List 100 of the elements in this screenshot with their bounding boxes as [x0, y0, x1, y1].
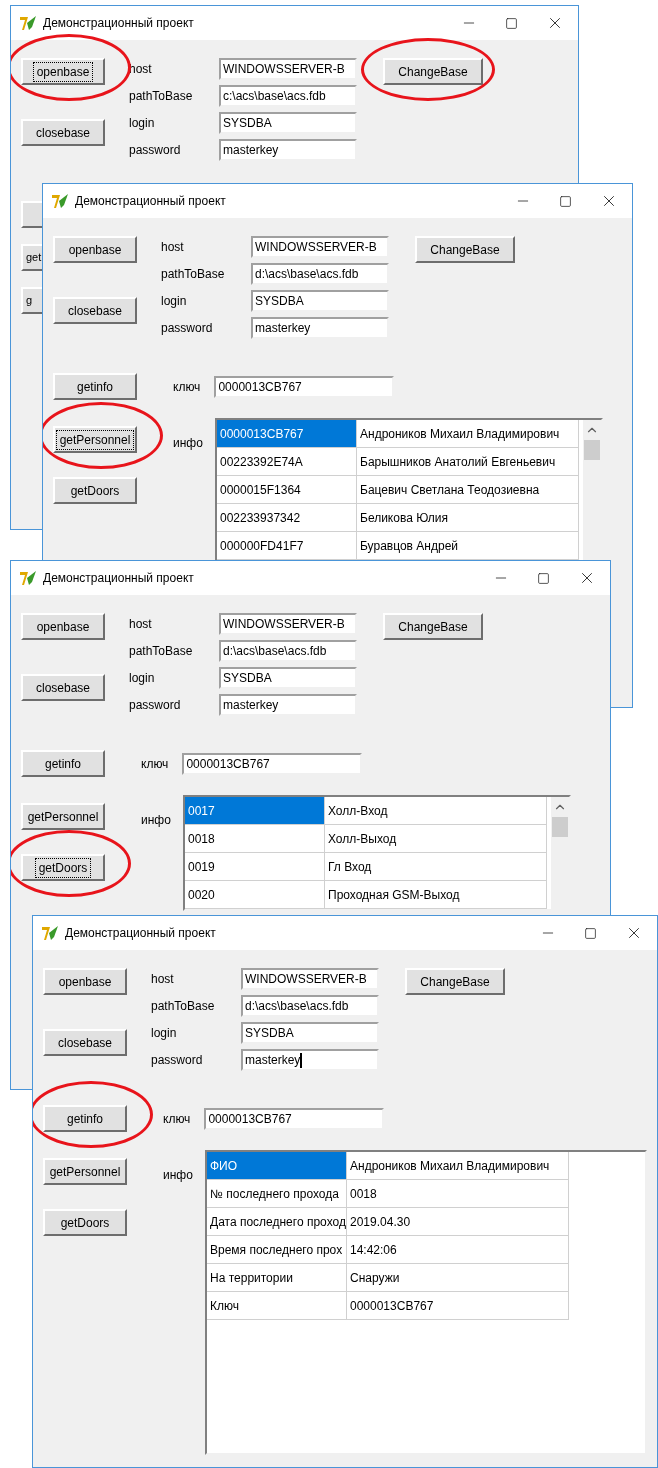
grid-cell[interactable]: 0000013CB767 [347, 1292, 569, 1320]
push-button[interactable]: closebase [43, 1029, 127, 1056]
maximize-icon[interactable] [559, 194, 572, 208]
push-button[interactable]: ChangeBase [383, 613, 483, 640]
push-button[interactable]: ChangeBase [415, 236, 515, 263]
text-field[interactable]: 0000013CB767 [214, 375, 395, 398]
push-button[interactable]: openbase [53, 236, 137, 263]
push-button[interactable]: openbase [43, 968, 127, 995]
app-logo-icon [51, 193, 69, 209]
push-button[interactable]: closebase [21, 674, 105, 701]
field-label: password [151, 1052, 204, 1069]
push-button[interactable]: getPersonnel [21, 803, 105, 830]
push-button[interactable]: openbase [21, 613, 105, 640]
push-button[interactable]: closebase [21, 119, 105, 146]
grid-cell[interactable]: ФИО [207, 1152, 347, 1180]
info-label: инфо [173, 435, 204, 452]
grid-cell[interactable]: 0018 [185, 825, 325, 853]
push-button[interactable]: g [21, 287, 43, 314]
app-logo-icon [41, 925, 59, 941]
push-button[interactable]: ChangeBase [383, 58, 483, 85]
field-label: login [161, 293, 188, 310]
push-button[interactable]: getinfo [53, 373, 137, 400]
text-field[interactable]: WINDOWSSERVER-B [241, 968, 379, 990]
grid-cell[interactable]: Снаружи [347, 1264, 569, 1292]
push-button[interactable]: getDoors [43, 1209, 127, 1236]
grid-cell[interactable]: Холл-Выход [325, 825, 547, 853]
grid-cell[interactable]: 00223392E74A [217, 448, 357, 476]
info-label: инфо [141, 812, 172, 829]
push-button[interactable]: ChangeBase [405, 968, 505, 995]
grid-cell[interactable]: Дата последнего проход [207, 1208, 347, 1236]
grid-cell[interactable]: 002233937342 [217, 504, 357, 532]
push-button[interactable]: get [21, 244, 43, 271]
text-field[interactable]: d:\acs\base\acs.fdb [241, 995, 379, 1017]
text-field[interactable]: d:\acs\base\acs.fdb [219, 640, 357, 662]
grid-cell[interactable]: Проходная GSM-Выход [325, 881, 547, 909]
grid-cell[interactable]: 2019.04.30 [347, 1208, 569, 1236]
text-field[interactable]: SYSDBA [251, 290, 389, 312]
window-title: Демонстрационный проект [43, 15, 194, 32]
grid-cell[interactable]: 0000015F1364 [217, 476, 357, 504]
text-field[interactable]: masterkey [219, 139, 357, 161]
push-button[interactable]: closebase [53, 297, 137, 324]
push-button[interactable]: getDoors [21, 854, 105, 881]
grid-cell[interactable]: Время последнего прох [207, 1236, 347, 1264]
field-label: host [161, 239, 185, 256]
field-label: login [129, 115, 156, 132]
text-field[interactable]: WINDOWSSERVER-B [251, 236, 389, 258]
grid-cell[interactable]: 0018 [347, 1180, 569, 1208]
field-label: pathToBase [129, 88, 194, 105]
maximize-icon[interactable] [505, 16, 518, 30]
text-field[interactable]: 0000013CB767 [204, 1107, 385, 1130]
scroll-thumb[interactable] [552, 817, 568, 837]
grid-cell[interactable]: 0019 [185, 853, 325, 881]
field-label: password [129, 697, 182, 714]
text-field[interactable]: SYSDBA [241, 1022, 379, 1044]
window-title: Демонстрационный проект [65, 925, 216, 942]
grid-cell[interactable]: 0000013CB767 [217, 420, 357, 448]
text-field[interactable]: 0000013CB767 [182, 752, 363, 775]
text-field[interactable]: masterkey [251, 317, 389, 339]
push-button[interactable] [21, 201, 43, 228]
text-field[interactable]: d:\acs\base\acs.fdb [251, 263, 389, 285]
field-label: password [161, 320, 214, 337]
key-label: ключ [141, 755, 169, 773]
push-button[interactable]: getPersonnel [53, 426, 137, 453]
grid-cell[interactable]: 0017 [185, 797, 325, 825]
push-button[interactable]: getinfo [43, 1105, 127, 1132]
grid-cell[interactable]: № последнего прохода [207, 1180, 347, 1208]
window-title: Демонстрационный проект [75, 193, 226, 210]
push-button[interactable]: getPersonnel [43, 1158, 127, 1185]
maximize-icon[interactable] [584, 926, 597, 940]
scrollbar[interactable] [583, 420, 601, 560]
grid-cell[interactable]: 0020 [185, 881, 325, 909]
grid-cell[interactable]: Гл Вход [325, 853, 547, 881]
grid-cell[interactable]: Бацевич Светлана Теодозиевна [357, 476, 579, 504]
key-label: ключ [163, 1110, 191, 1128]
field-label: pathToBase [151, 998, 216, 1015]
field-label: pathToBase [129, 643, 194, 660]
grid-cell[interactable]: На территории [207, 1264, 347, 1292]
grid-cell[interactable]: 14:42:06 [347, 1236, 569, 1264]
text-field[interactable]: WINDOWSSERVER-B [219, 613, 357, 635]
push-button[interactable]: openbase [21, 58, 105, 85]
info-label: инфо [163, 1167, 194, 1184]
grid-cell[interactable]: Барышников Анатолий Евгеньевич [357, 448, 579, 476]
grid-cell[interactable]: Холл-Вход [325, 797, 547, 825]
push-button[interactable]: getDoors [53, 477, 137, 504]
text-field[interactable]: c:\acs\base\acs.fdb [219, 85, 357, 107]
text-field[interactable]: SYSDBA [219, 112, 357, 134]
push-button[interactable]: getinfo [21, 750, 105, 777]
text-field[interactable]: masterkey [219, 694, 357, 716]
grid-cell[interactable]: Ключ [207, 1292, 347, 1320]
field-label: pathToBase [161, 266, 226, 283]
text-field[interactable]: WINDOWSSERVER-B [219, 58, 357, 80]
grid-cell[interactable]: Андроников Михаил Владимирович [357, 420, 579, 448]
key-label: ключ [173, 378, 201, 396]
grid-cell[interactable]: Беликова Юлия [357, 504, 579, 532]
scroll-thumb[interactable] [584, 440, 600, 460]
text-field[interactable]: masterkey [241, 1049, 379, 1071]
field-label: login [129, 670, 156, 687]
text-field[interactable]: SYSDBA [219, 667, 357, 689]
maximize-icon[interactable] [537, 571, 550, 585]
grid-cell[interactable]: Андроников Михаил Владимирович [347, 1152, 569, 1180]
